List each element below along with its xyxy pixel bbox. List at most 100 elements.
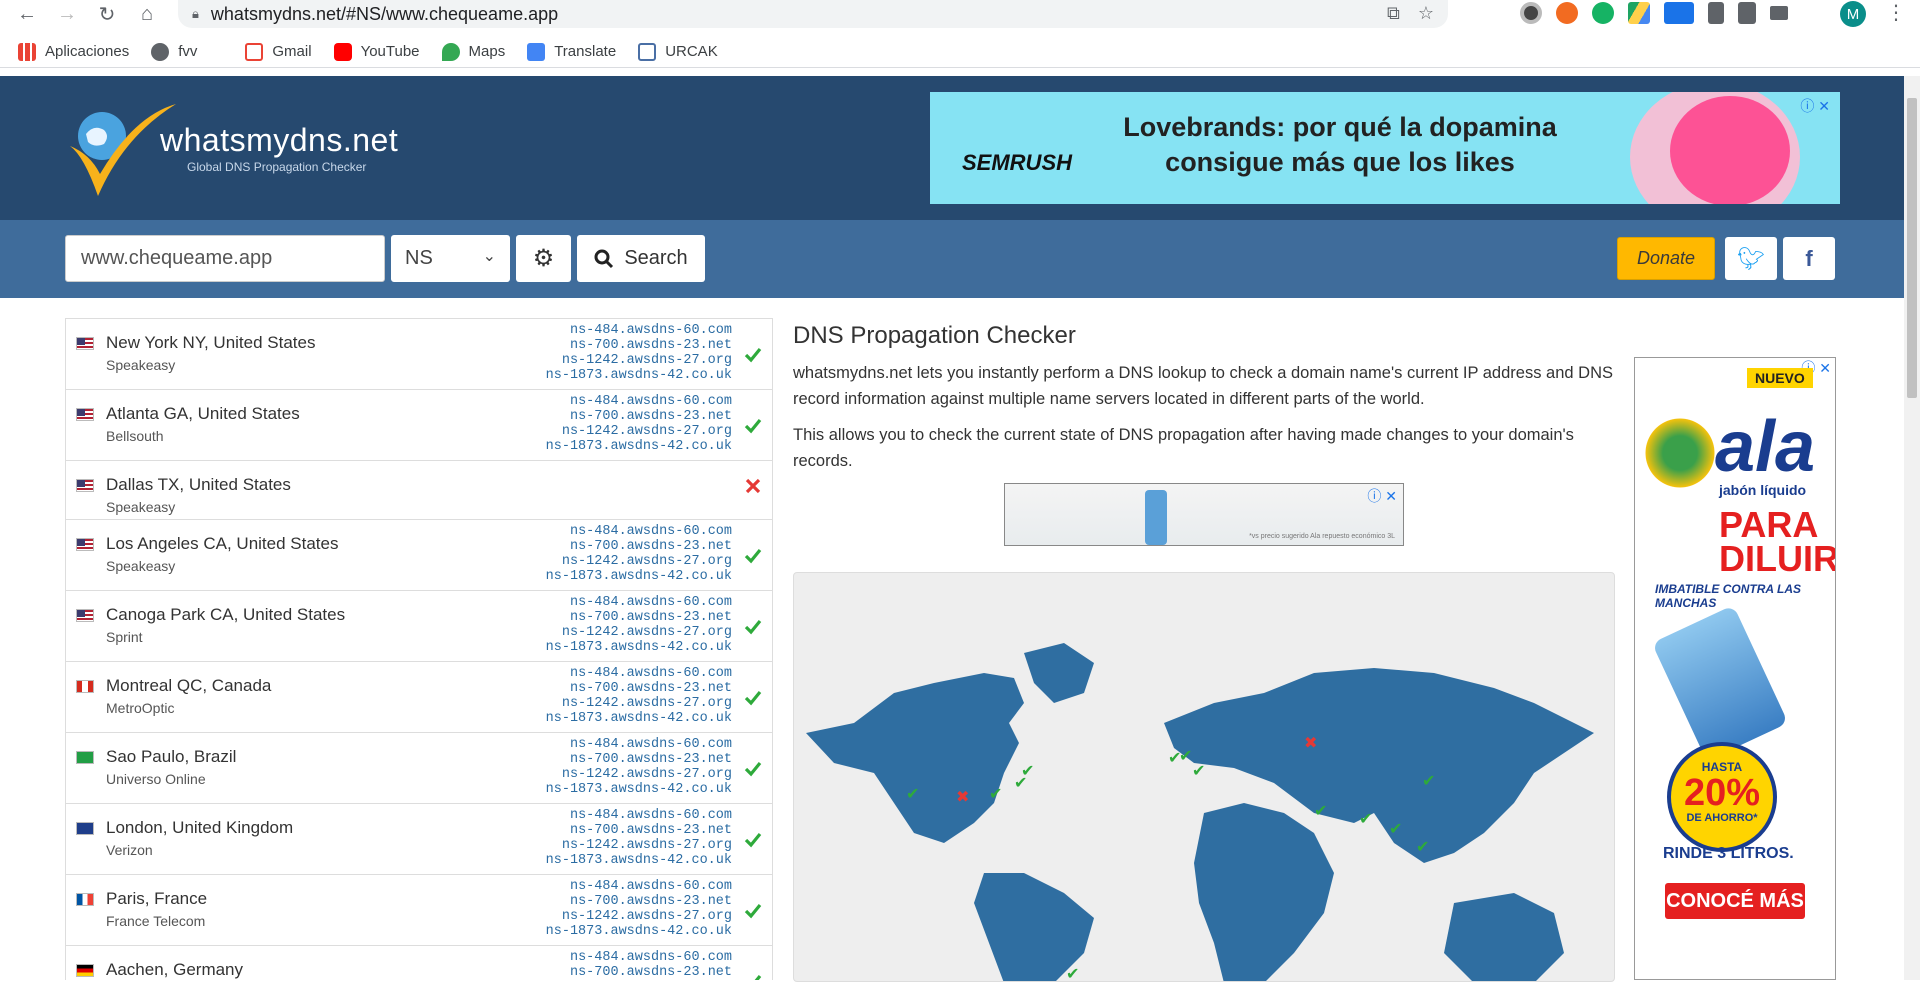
lock-icon: 🔒︎: [192, 6, 199, 21]
donate-button[interactable]: Donate: [1617, 237, 1715, 280]
apps-grid-icon: [18, 42, 36, 61]
bookmark-star-icon[interactable]: ☆: [1418, 3, 1434, 24]
reload-icon[interactable]: ↻: [94, 1, 120, 27]
flag-icon: [76, 479, 94, 492]
result-row[interactable]: Montreal QC, Canada MetroOptic ns-484.awsd…: [66, 662, 772, 733]
result-isp: Speakeasy: [106, 558, 176, 574]
result-row[interactable]: Atlanta GA, United States Bellsouth ns-484…: [66, 390, 772, 461]
twitter-button[interactable]: 🐦︎: [1725, 237, 1777, 280]
profile-avatar[interactable]: M: [1840, 1, 1866, 27]
result-location: Aachen, Germany: [106, 960, 244, 979]
bookmark-item[interactable]: Aplicaciones: [18, 42, 129, 61]
bookmark-item[interactable]: YouTube: [333, 42, 420, 61]
result-row[interactable]: Paris, France France Telecom ns-484.awsdns…: [66, 875, 772, 946]
ns-record: ns-1873.awsdns-42.co.uk: [545, 711, 732, 726]
ad-cta-button[interactable]: CONOCÉ MÁS: [1665, 883, 1805, 919]
grammarly-icon[interactable]: [1592, 2, 1614, 24]
back-icon[interactable]: ←: [14, 1, 40, 27]
ns-record: ns-484.awsdns-60.com: [569, 737, 732, 752]
site-name[interactable]: whatsmydns.net: [160, 122, 398, 159]
result-records[interactable]: ns-484.awsdns-60.com ns-700.awsdns-23.net…: [546, 595, 732, 655]
browser-menu-icon[interactable]: ⋮: [1886, 0, 1906, 25]
flag-icon: [76, 337, 94, 350]
result-records[interactable]: ns-484.awsdns-60.com ns-700.awsdns-23.net…: [546, 950, 732, 980]
result-records[interactable]: ns-484.awsdns-60.com ns-700.awsdns-23.net…: [546, 524, 732, 584]
flag-icon: [76, 964, 94, 977]
result-location: New York NY, United States: [106, 333, 316, 352]
result-row[interactable]: New York NY, United States Speakeasy ns-48…: [66, 319, 772, 390]
check-icon: [744, 832, 762, 848]
result-location: London, United Kingdom: [106, 818, 294, 837]
puzzle-icon[interactable]: [1738, 2, 1756, 24]
map-ok-marker: ✔: [1422, 773, 1435, 790]
gear-icon: ⚙: [532, 245, 555, 272]
ad-rinde: RINDE 3 LITROS.: [1663, 845, 1794, 862]
map-ok-marker: ✔: [1014, 775, 1027, 792]
result-row[interactable]: Canoga Park CA, United States Sprint ns-48…: [66, 591, 772, 662]
address-bar[interactable]: 🔒︎ whatsmydns.net/#NS/www.chequeame.app …: [178, 0, 1448, 28]
ad-close-icon[interactable]: ⓘ ✕: [1367, 486, 1397, 506]
result-records[interactable]: ns-484.awsdns-60.com ns-700.awsdns-23.net…: [546, 808, 732, 868]
top-banner-ad[interactable]: SEMRUSH Lovebrands: por qué la dopamina …: [930, 92, 1840, 204]
reading-list-icon[interactable]: [1770, 6, 1788, 20]
result-row[interactable]: London, United Kingdom Verizon ns-484.awsd…: [66, 804, 772, 875]
bookmark-item[interactable]: Gmail: [245, 42, 312, 61]
map-ok-marker: ✔: [1416, 839, 1429, 856]
result-location: Sao Paulo, Brazil: [106, 747, 237, 766]
url-text[interactable]: whatsmydns.net/#NS/www.chequeame.app: [211, 4, 558, 25]
map-land: [806, 643, 1594, 981]
search-label: Search: [624, 247, 688, 269]
bookmark-item[interactable]: Maps: [441, 42, 505, 61]
bookmark-item[interactable]: fvv: [151, 42, 197, 61]
cross-icon: [745, 478, 761, 494]
result-records[interactable]: ns-484.awsdns-60.com ns-700.awsdns-23.net…: [546, 323, 732, 383]
search-button[interactable]: Search: [577, 235, 705, 282]
result-row[interactable]: Sao Paulo, Brazil Universo Online ns-484.a…: [66, 733, 772, 804]
scrollbar-thumb[interactable]: [1907, 98, 1917, 398]
domain-input[interactable]: www.chequeame.app: [65, 235, 385, 282]
result-row[interactable]: Dallas TX, United States Speakeasy: [66, 461, 772, 520]
ns-record: ns-1873.awsdns-42.co.uk: [545, 924, 732, 939]
check-icon: [744, 690, 762, 706]
maps-icon: [441, 42, 460, 61]
chevron-down-icon: ⌄: [482, 248, 496, 265]
ns-record: ns-700.awsdns-23.net: [569, 409, 732, 424]
result-row[interactable]: Aachen, Germany ns-484.awsdns-60.com ns-70…: [66, 946, 772, 980]
result-records[interactable]: ns-484.awsdns-60.com ns-700.awsdns-23.net…: [546, 737, 732, 797]
ad-discount-badge: HASTA 20% DE AHORRO*: [1667, 742, 1777, 852]
facebook-button[interactable]: f: [1783, 237, 1835, 280]
ad-fineprint: *vs precio sugerido Ala repuesto económi…: [1249, 533, 1395, 540]
settings-button[interactable]: ⚙: [516, 235, 571, 282]
result-row[interactable]: Los Angeles CA, United States Speakeasy ns…: [66, 520, 772, 591]
small-banner-ad[interactable]: ⓘ ✕ *vs precio sugerido Ala repuesto eco…: [1004, 483, 1404, 546]
forward-icon[interactable]: →: [54, 1, 80, 27]
ad-bottle-image: [1145, 490, 1167, 545]
ns-record: ns-1242.awsdns-27.org: [561, 767, 732, 782]
translate-page-icon[interactable]: ⧉: [1387, 3, 1400, 24]
bookmark-item[interactable]: Translate: [527, 42, 616, 61]
map-ok-marker: ✔: [906, 786, 919, 803]
ns-record: ns-484.awsdns-60.com: [569, 524, 732, 539]
twitter-icon: 🐦︎: [1737, 245, 1765, 271]
new-extension-icon[interactable]: [1664, 2, 1694, 24]
ns-record: ns-1873.awsdns-42.co.uk: [545, 569, 732, 584]
home-icon[interactable]: ⌂: [134, 1, 160, 27]
result-records[interactable]: ns-484.awsdns-60.com ns-700.awsdns-23.net…: [546, 879, 732, 939]
bookmark-item[interactable]: URCAK: [638, 42, 718, 61]
result-records[interactable]: ns-484.awsdns-60.com ns-700.awsdns-23.net…: [546, 394, 732, 454]
map-ok-marker: ✔: [1389, 821, 1402, 838]
extension-orange-icon[interactable]: [1556, 2, 1578, 24]
page-scrollbar[interactable]: [1904, 76, 1920, 980]
ad-close-icon[interactable]: ⓘ ✕: [1800, 96, 1830, 116]
record-type-select[interactable]: NS ⌄: [391, 235, 510, 282]
ns-record: ns-1873.awsdns-42.co.uk: [545, 439, 732, 454]
eyedropper-icon[interactable]: [1708, 2, 1724, 24]
result-location: Atlanta GA, United States: [106, 404, 300, 423]
result-records[interactable]: ns-484.awsdns-60.com ns-700.awsdns-23.net…: [546, 666, 732, 726]
drive-icon[interactable]: [1628, 2, 1650, 24]
ns-record: ns-1242.awsdns-27.org: [561, 909, 732, 924]
side-banner-ad[interactable]: ⓘ ✕ NUEVO ala jabón líquido PARA DILUIR …: [1634, 357, 1836, 980]
ns-record: ns-484.awsdns-60.com: [569, 595, 732, 610]
ad-badge: NUEVO: [1747, 368, 1813, 388]
extension-circle-icon[interactable]: [1520, 2, 1542, 24]
